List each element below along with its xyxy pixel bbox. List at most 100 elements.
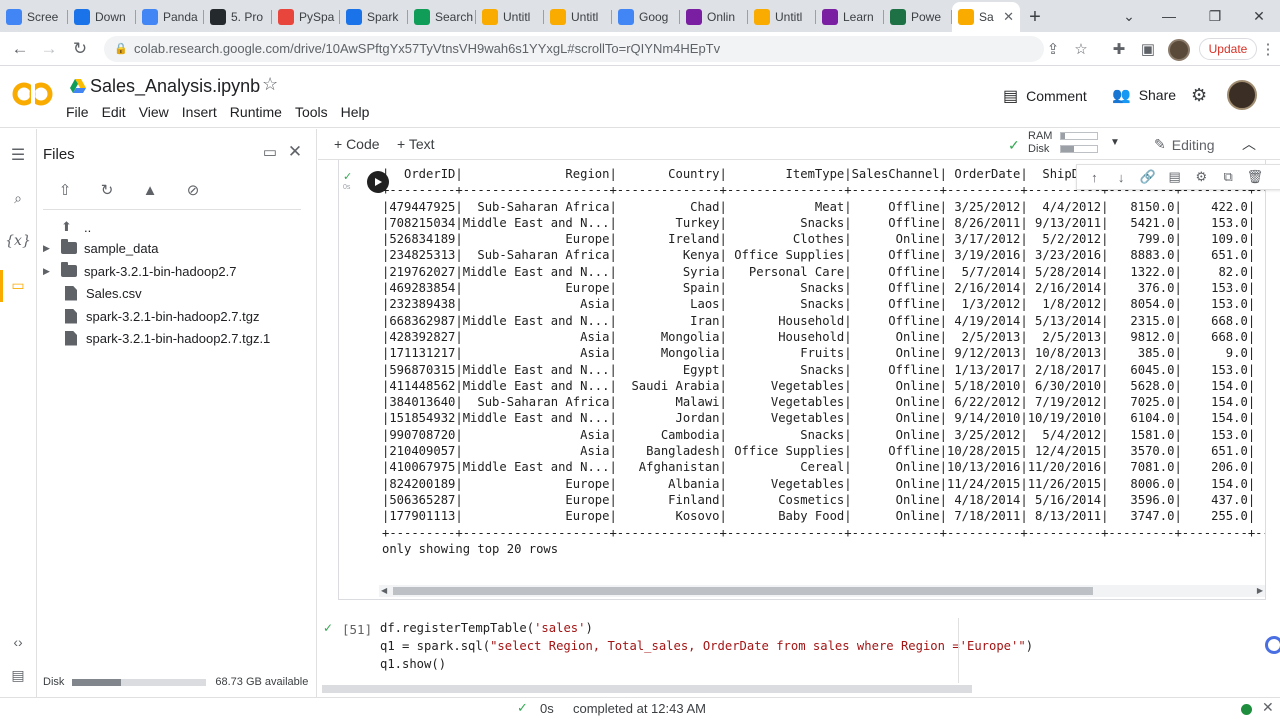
side-panel-icon[interactable]: ▣ [1138, 39, 1158, 59]
code-snippets-icon[interactable]: ‹› [8, 632, 28, 652]
close-status-icon[interactable]: ✕ [1262, 699, 1274, 716]
extensions-icon[interactable]: ✚ [1109, 39, 1129, 59]
browser-tab[interactable]: Search [408, 2, 476, 32]
browser-tab[interactable]: Untitl [748, 2, 816, 32]
move-down-icon[interactable]: ↓ [1112, 170, 1130, 185]
google-icon [142, 9, 158, 25]
menu-view[interactable]: View [139, 104, 169, 120]
resources-dropdown-icon[interactable]: ▼ [1110, 137, 1120, 148]
comment-button[interactable]: ▤ Comment [1003, 86, 1087, 106]
browser-tab[interactable]: Untitl [544, 2, 612, 32]
code-cell-output[interactable]: ✓ 0s | OrderID| Region| Country| ItemTyp… [338, 160, 1280, 600]
forward-icon[interactable]: → [37, 37, 61, 61]
add-text-button[interactable]: + Text [397, 136, 435, 152]
file-icon [65, 285, 77, 301]
reload-icon[interactable]: ↻ [68, 37, 92, 61]
notebook-title[interactable]: Sales_Analysis.ipynb [90, 76, 260, 97]
scroll-left-icon[interactable]: ◀ [381, 585, 387, 597]
scrollbar-thumb[interactable] [322, 685, 972, 693]
scroll-right-icon[interactable]: ▶ [1257, 585, 1263, 597]
file-item-parent[interactable]: ⬆ .. [37, 216, 91, 238]
menu-runtime[interactable]: Runtime [230, 104, 282, 120]
file-item-sales-csv[interactable]: Sales.csv [37, 282, 142, 304]
expand-caret-icon[interactable]: ▶ [43, 243, 55, 254]
close-panel-icon[interactable]: ✕ [284, 141, 306, 163]
more-options-icon[interactable]: ⋮ [1273, 169, 1280, 185]
resource-monitor[interactable]: RAM Disk [1028, 130, 1098, 156]
browser-profile-avatar[interactable] [1168, 39, 1190, 61]
back-icon[interactable]: ← [8, 37, 32, 61]
menu-help[interactable]: Help [341, 104, 370, 120]
browser-tab[interactable]: Scree [0, 2, 68, 32]
browser-tab[interactable]: Panda [136, 2, 204, 32]
file-item-sample-data[interactable]: ▶ sample_data [37, 237, 158, 259]
collapse-header-icon[interactable]: ︿ [1242, 134, 1256, 154]
terminal-icon[interactable]: ▤ [8, 665, 28, 685]
scrollbar-thumb[interactable] [393, 587, 1093, 595]
editing-mode-button[interactable]: ✎ Editing [1154, 136, 1215, 153]
move-up-icon[interactable]: ↑ [1085, 170, 1103, 185]
maximize-icon[interactable]: ❐ [1192, 4, 1238, 28]
browser-tab[interactable]: Spark [340, 2, 408, 32]
share-button[interactable]: 👥 Share [1112, 86, 1176, 104]
file-item-spark-tgz-1[interactable]: spark-3.2.1-bin-hadoop2.7.tgz.1 [37, 327, 270, 349]
toggle-hidden-files-icon[interactable]: ⊘ [182, 179, 204, 201]
menu-tools[interactable]: Tools [295, 104, 328, 120]
panel-divider [43, 209, 301, 210]
browser-tab[interactable]: PySpa [272, 2, 340, 32]
variables-icon[interactable]: {x} [5, 231, 31, 251]
file-item-spark-folder[interactable]: ▶ spark-3.2.1-bin-hadoop2.7 [37, 260, 237, 282]
tab-list: Scree Down Panda 5. Pro PySpa Spark Search Unti… [0, 0, 1020, 32]
close-window-icon[interactable]: ✕ [1236, 4, 1280, 28]
colab-logo-icon[interactable] [12, 80, 54, 108]
run-status-check-icon: ✓ [323, 621, 334, 635]
user-avatar[interactable] [1227, 80, 1257, 110]
browser-tab[interactable]: Powe [884, 2, 952, 32]
upload-file-icon[interactable]: ⇧ [54, 179, 76, 201]
refresh-folder-icon[interactable]: ↻ [96, 179, 118, 201]
browser-tab[interactable]: Onlin [680, 2, 748, 32]
menu-file[interactable]: File [66, 104, 89, 120]
star-icon[interactable]: ☆ [262, 74, 278, 95]
browser-tab[interactable]: 5. Pro [204, 2, 272, 32]
search-icon[interactable]: ⌕ [8, 188, 28, 208]
code-string: "select Region, Total_sales, OrderDate f… [490, 639, 1026, 653]
browser-tab[interactable]: Down [68, 2, 136, 32]
mirror-cell-icon[interactable]: ⧉ [1219, 169, 1237, 185]
cell-settings-icon[interactable]: ⚙ [1192, 169, 1210, 185]
close-tab-icon[interactable]: ✕ [1003, 9, 1014, 25]
browser-tab[interactable]: Goog [612, 2, 680, 32]
output-horizontal-scrollbar[interactable]: ◀ ▶ [379, 585, 1265, 597]
code-cell-51[interactable]: ✓ [51] df.registerTempTable('sales') q1 … [318, 616, 1280, 686]
settings-gear-icon[interactable]: ⚙ [1191, 85, 1207, 106]
code-editor[interactable]: df.registerTempTable('sales') q1 = spark… [380, 619, 1033, 673]
notebook-toolbar: + Code + Text ✓ RAM Disk ▼ ✎ Editing ︿ [318, 129, 1280, 160]
expand-caret-icon[interactable]: ▶ [43, 266, 55, 277]
code-line-3: q1.show() [380, 657, 447, 671]
menu-insert[interactable]: Insert [182, 104, 217, 120]
status-message[interactable]: completed at 12:43 AM [573, 701, 706, 716]
share-page-icon[interactable]: ⇪ [1043, 39, 1063, 59]
browser-tab[interactable]: Untitl [476, 2, 544, 32]
delete-icon[interactable]: 🗑 [1246, 169, 1264, 185]
notebook-horizontal-scrollbar[interactable] [322, 683, 972, 695]
files-folder-icon[interactable]: ▭ [8, 275, 28, 295]
url-field[interactable]: 🔒 colab.research.google.com/drive/10AwSP… [104, 36, 1044, 62]
file-item-spark-tgz[interactable]: spark-3.2.1-bin-hadoop2.7.tgz [37, 305, 259, 327]
bookmark-star-icon[interactable]: ☆ [1071, 39, 1091, 59]
link-icon[interactable]: 🔗 [1139, 169, 1157, 185]
browser-menu-icon[interactable]: ⋮ [1258, 39, 1278, 59]
open-in-tab-icon[interactable]: ▭ [259, 141, 281, 163]
add-code-button[interactable]: + Code [334, 136, 380, 152]
new-tab-button[interactable]: + [1020, 2, 1050, 32]
update-button[interactable]: Update [1199, 38, 1257, 60]
browser-tab[interactable]: Sa ✕ [952, 2, 1020, 32]
minimize-icon[interactable]: — [1146, 4, 1192, 28]
menu-edit[interactable]: Edit [102, 104, 126, 120]
browser-tab[interactable]: Learn [816, 2, 884, 32]
mount-drive-icon[interactable]: ▲ [139, 179, 161, 201]
comment-icon[interactable]: ▤ [1166, 169, 1184, 185]
code-token: q1 = spark.sql( [380, 639, 491, 653]
status-duration: 0s [540, 701, 554, 716]
table-of-contents-icon[interactable]: ☰ [8, 145, 28, 165]
